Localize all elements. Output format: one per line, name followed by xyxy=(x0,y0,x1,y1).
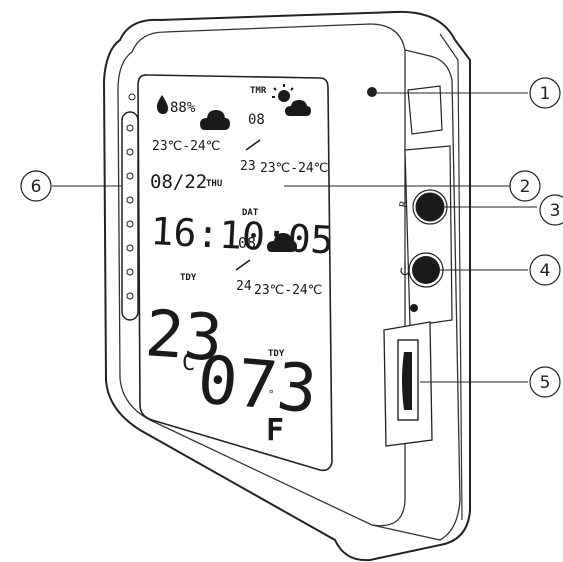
callout-5: 5 xyxy=(529,366,561,398)
callout-4: 4 xyxy=(529,254,561,286)
device-diagram: 88% 23℃-24℃ 08/22 THU 16:10:05 TDY 23 C … xyxy=(20,10,563,562)
callout-2: 2 xyxy=(509,170,541,202)
weekday-value: THU xyxy=(206,179,222,189)
small-hole xyxy=(410,304,418,312)
svg-text:4: 4 xyxy=(540,261,551,281)
dayafter-month: 24 xyxy=(236,279,252,294)
dayafter-range: 23℃-24℃ xyxy=(254,283,322,298)
dayafter-day: 08 xyxy=(238,234,256,252)
outdoor-temp: 073 xyxy=(195,341,320,428)
svg-text:1: 1 xyxy=(540,84,551,104)
side-panel-lower xyxy=(404,145,453,327)
card-slot-inner xyxy=(402,352,412,410)
callout-3: 3 xyxy=(539,194,563,226)
humidity-value: 88% xyxy=(170,100,196,116)
tomorrow-day: 08 xyxy=(248,112,265,128)
indicator-light xyxy=(367,87,377,97)
tomorrow-month: 23 xyxy=(240,159,256,174)
today-temp-range: 23℃-24℃ xyxy=(152,139,220,154)
indoor-unit: C xyxy=(182,351,195,376)
indoor-label: TDY xyxy=(180,273,197,283)
svg-text:2: 2 xyxy=(520,177,531,197)
svg-text:6: 6 xyxy=(31,177,42,197)
tomorrow-label: TMR xyxy=(250,86,267,96)
outdoor-degree: ° xyxy=(268,388,275,401)
date-value: 08/22 xyxy=(150,171,207,193)
callout-6: 6 xyxy=(20,170,52,202)
svg-text:3: 3 xyxy=(550,201,561,221)
slider-track[interactable] xyxy=(121,111,139,321)
svg-text:5: 5 xyxy=(540,373,551,393)
status-dot xyxy=(128,93,136,101)
outdoor-unit: F xyxy=(266,413,284,448)
dayafter-label: DAT xyxy=(242,208,259,218)
power-button[interactable] xyxy=(412,256,440,284)
reset-button[interactable] xyxy=(415,192,445,222)
callout-1: 1 xyxy=(529,77,561,109)
tomorrow-range: 23℃-24℃ xyxy=(260,161,328,176)
